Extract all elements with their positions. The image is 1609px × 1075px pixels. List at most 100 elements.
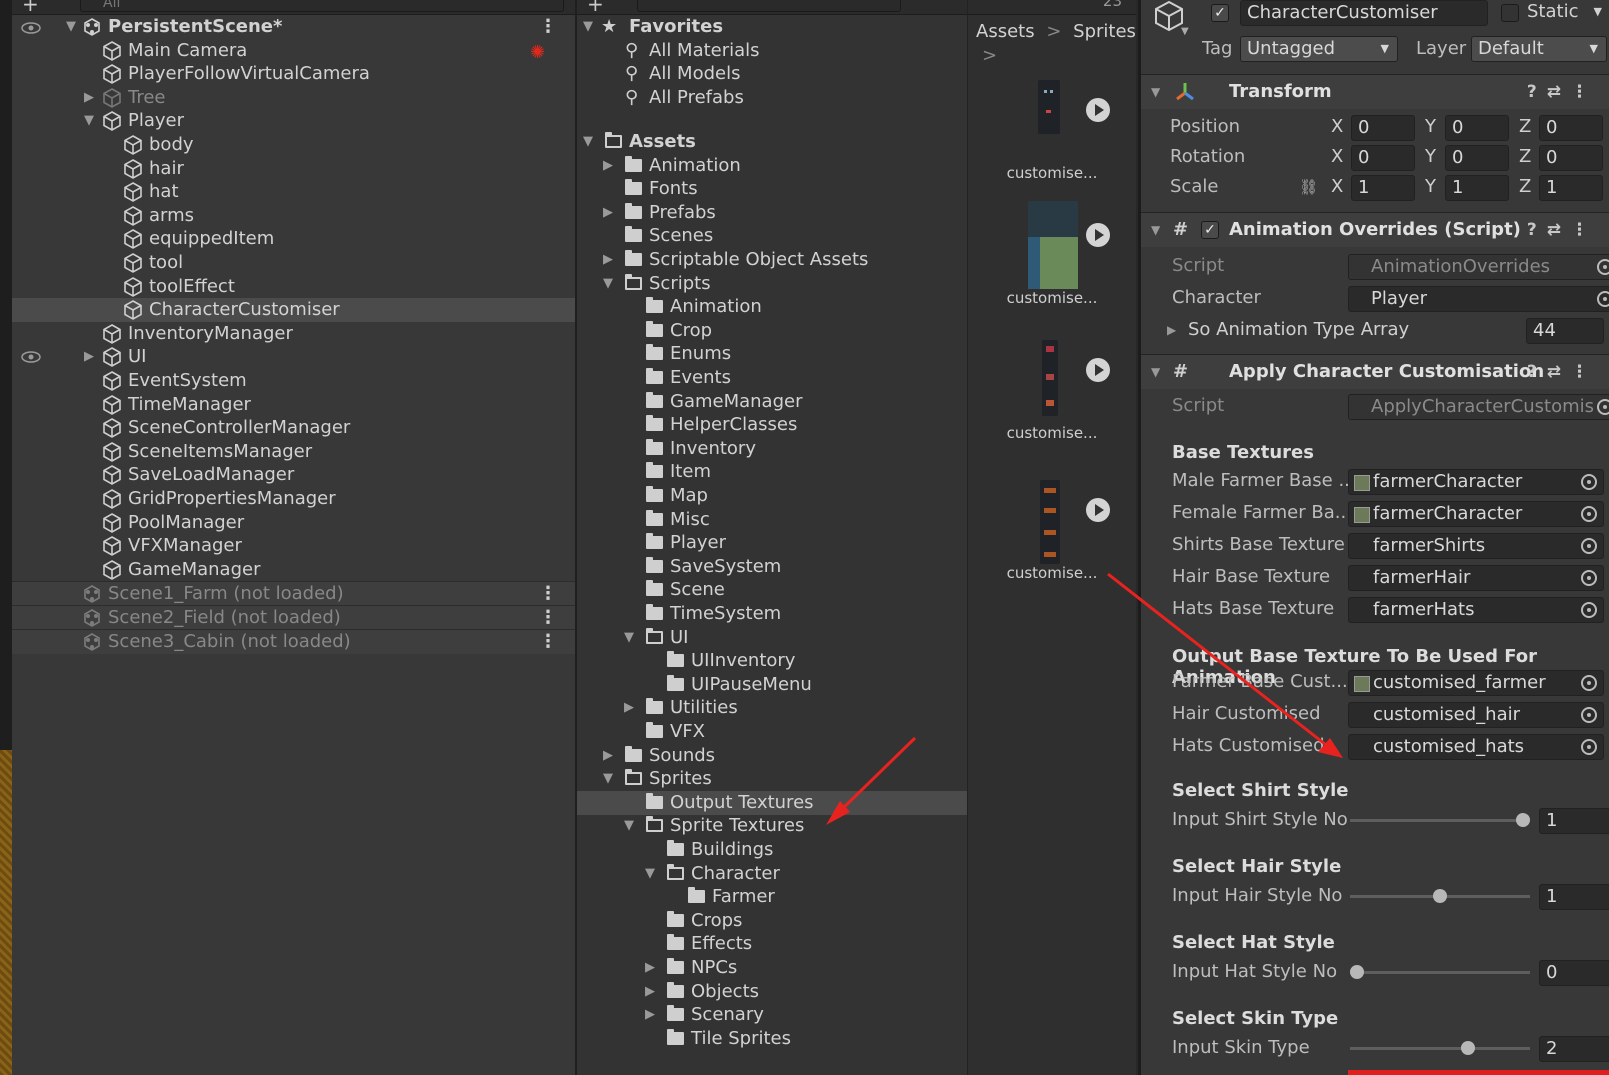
skin-type-slider[interactable] — [1350, 1047, 1530, 1050]
object-picker-icon[interactable] — [1581, 675, 1597, 691]
static-checkbox[interactable] — [1501, 4, 1519, 22]
breadcrumb-sprites[interactable]: Sprites — [1073, 21, 1136, 42]
foldout-icon[interactable]: ▼ — [1151, 75, 1160, 109]
scene-menu-icon[interactable]: ⋮ — [539, 582, 557, 606]
foldout-icon[interactable]: ▼ — [622, 814, 636, 838]
scene-menu-icon[interactable]: ⋮ — [539, 630, 557, 654]
project-folder[interactable]: ▶ Scriptable Object Assets — [577, 248, 967, 272]
asset-tile[interactable]: customise... — [968, 201, 1136, 325]
hierarchy-item[interactable]: PlayerFollowVirtualCamera — [12, 62, 575, 86]
foldout-icon[interactable]: ▼ — [601, 767, 615, 791]
project-folder[interactable]: UIPauseMenu — [577, 673, 967, 697]
foldout-icon[interactable]: ▼ — [1151, 213, 1160, 247]
hierarchy-item[interactable]: arms — [12, 204, 575, 228]
project-folder[interactable]: Player — [577, 531, 967, 555]
active-checkbox[interactable]: ✓ — [1211, 4, 1229, 22]
favorite-item[interactable]: ⚲ All Models — [577, 62, 967, 86]
shirt-style-slider-handle[interactable] — [1516, 813, 1530, 827]
project-folder[interactable]: Scenes — [577, 224, 967, 248]
foldout-icon[interactable]: ▶ — [622, 696, 636, 720]
component-enabled-checkbox[interactable]: ✓ — [1201, 221, 1219, 239]
transform-x-field[interactable]: 1 — [1351, 175, 1415, 201]
play-icon[interactable] — [1086, 358, 1110, 382]
tag-dropdown[interactable]: Untagged ▼ — [1240, 36, 1398, 62]
foldout-icon[interactable]: ▶ — [643, 956, 657, 980]
project-folder[interactable]: Farmer — [577, 885, 967, 909]
object-picker-icon[interactable] — [1581, 707, 1597, 723]
add-icon[interactable]: + — [22, 0, 39, 16]
apply-custom-header[interactable]: ▼ # Apply Character Customisation ?⇄⋮ — [1141, 354, 1609, 389]
hierarchy-item[interactable]: CharacterCustomiser — [12, 298, 575, 323]
farmer-customised-field[interactable]: customised_farmer — [1348, 670, 1604, 696]
foldout-icon[interactable]: ▼ — [64, 15, 78, 39]
project-folder[interactable]: SaveSystem — [577, 555, 967, 579]
hats-customised-field[interactable]: customised_hats — [1348, 734, 1604, 760]
project-folder[interactable]: GameManager — [577, 390, 967, 414]
hierarchy-item[interactable]: tool — [12, 251, 575, 275]
project-search-input[interactable] — [637, 0, 901, 12]
hierarchy-scene-root[interactable]: ▼ PersistentScene* ⋮ — [12, 15, 575, 39]
hair-customised-field[interactable]: customised_hair — [1348, 702, 1604, 728]
visibility-eye-icon[interactable] — [20, 349, 42, 370]
favorite-item[interactable]: ⚲ All Prefabs — [577, 86, 967, 110]
hat-style-value-field[interactable]: 0 — [1539, 960, 1609, 986]
hierarchy-item[interactable]: ▶ Tree — [12, 86, 575, 110]
hair-texture-field[interactable]: farmerHair — [1348, 565, 1604, 591]
project-folder[interactable]: HelperClasses — [577, 413, 967, 437]
asset-tile[interactable]: customise... — [968, 80, 1136, 200]
project-folder[interactable]: ▶ NPCs — [577, 956, 967, 980]
project-folder[interactable]: ▼ Scripts — [577, 272, 967, 296]
static-dropdown-icon[interactable]: ▼ — [1594, 0, 1602, 24]
foldout-icon[interactable]: ▼ — [643, 862, 657, 886]
skin-type-slider-handle[interactable] — [1460, 1041, 1475, 1055]
hat-style-slider-handle[interactable] — [1350, 965, 1364, 979]
hierarchy-item[interactable]: body — [12, 133, 575, 157]
hierarchy-item[interactable]: SaveLoadManager — [12, 463, 575, 487]
project-folder[interactable]: VFX — [577, 720, 967, 744]
favorites-header[interactable]: ▼ ★ Favorites — [577, 15, 967, 39]
foldout-right-icon[interactable]: ▶ — [1167, 316, 1176, 344]
constrain-proportions-icon[interactable]: ⛓ — [1299, 173, 1318, 201]
object-name-field[interactable]: CharacterCustomiser — [1240, 0, 1488, 26]
project-folder[interactable]: Misc — [577, 508, 967, 532]
hierarchy-item[interactable]: EventSystem — [12, 369, 575, 393]
transform-y-field[interactable]: 0 — [1445, 145, 1509, 171]
project-folder[interactable]: Inventory — [577, 437, 967, 461]
foldout-icon[interactable]: ▶ — [643, 1003, 657, 1027]
project-folder[interactable]: ▶ Utilities — [577, 696, 967, 720]
project-folder[interactable]: Map — [577, 484, 967, 508]
icon-dropdown-icon[interactable]: ▼ — [1181, 26, 1189, 37]
foldout-icon[interactable]: ▶ — [82, 345, 96, 369]
project-folder[interactable]: ▶ Scenary — [577, 1003, 967, 1027]
transform-x-field[interactable]: 0 — [1351, 145, 1415, 171]
hierarchy-item[interactable]: equippedItem — [12, 227, 575, 251]
project-folder[interactable]: ▼ Sprite Textures — [577, 814, 967, 838]
foldout-icon[interactable]: ▼ — [601, 272, 615, 296]
project-folder[interactable]: Crops — [577, 909, 967, 933]
hierarchy-item[interactable]: ▼ Player — [12, 109, 575, 133]
project-folder[interactable]: Fonts — [577, 177, 967, 201]
project-folder[interactable]: Events — [577, 366, 967, 390]
play-icon[interactable] — [1086, 223, 1110, 247]
unloaded-scene[interactable]: Scene1_Farm (not loaded) ⋮ — [12, 581, 575, 607]
transform-z-field[interactable]: 0 — [1539, 115, 1603, 141]
hats-texture-field[interactable]: farmerHats — [1348, 597, 1604, 623]
project-folder[interactable]: Crop — [577, 319, 967, 343]
project-folder[interactable]: ▶ Sounds — [577, 744, 967, 768]
hierarchy-item[interactable]: ▶ UI — [12, 345, 575, 369]
hierarchy-item[interactable]: toolEffect — [12, 275, 575, 299]
project-folder[interactable]: Effects — [577, 932, 967, 956]
anim-overrides-header[interactable]: ▼ # ✓ Animation Overrides (Script) ?⇄⋮ — [1141, 212, 1609, 247]
asset-tile[interactable]: customise... — [968, 480, 1136, 600]
transform-z-field[interactable]: 1 — [1539, 175, 1603, 201]
play-icon[interactable] — [1086, 498, 1110, 522]
object-picker-icon[interactable] — [1581, 570, 1597, 586]
hierarchy-item[interactable]: PoolManager — [12, 511, 575, 535]
character-field[interactable]: Player — [1348, 286, 1609, 312]
array-size-field[interactable]: 44 — [1526, 318, 1604, 344]
project-folder[interactable]: Buildings — [577, 838, 967, 862]
project-folder[interactable]: Enums — [577, 342, 967, 366]
foldout-icon[interactable]: ▶ — [601, 201, 615, 225]
object-picker-icon[interactable] — [1581, 739, 1597, 755]
hair-style-slider-handle[interactable] — [1433, 889, 1447, 903]
